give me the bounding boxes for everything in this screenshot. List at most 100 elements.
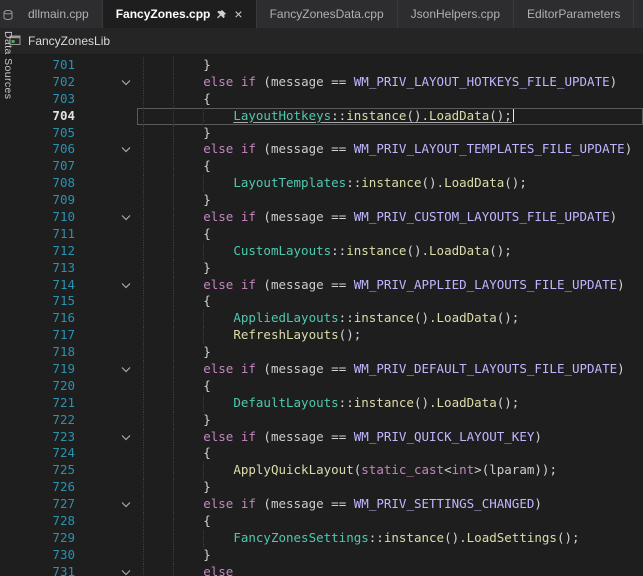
glyph-margin[interactable]: [77, 277, 115, 294]
fold-chevron-icon[interactable]: [115, 209, 137, 226]
glyph-margin[interactable]: [77, 496, 115, 513]
fold-chevron-icon[interactable]: [115, 74, 137, 91]
code-text[interactable]: FancyZonesSettings::instance().LoadSetti…: [137, 530, 643, 547]
code-text[interactable]: }: [137, 192, 643, 209]
code-text[interactable]: else if (message == WM_PRIV_SETTINGS_CHA…: [137, 496, 643, 513]
line-number[interactable]: 719: [0, 361, 77, 378]
code-text[interactable]: else if (message == WM_PRIV_QUICK_LAYOUT…: [137, 429, 643, 446]
line-number[interactable]: 720: [0, 378, 77, 395]
glyph-margin[interactable]: [77, 192, 115, 209]
tool-window-tab-data-sources[interactable]: Data Sources: [2, 31, 14, 99]
glyph-margin[interactable]: [77, 445, 115, 462]
line-number[interactable]: 715: [0, 293, 77, 310]
glyph-margin[interactable]: [77, 125, 115, 142]
glyph-margin[interactable]: [77, 547, 115, 564]
line-number[interactable]: 726: [0, 479, 77, 496]
glyph-margin[interactable]: [77, 344, 115, 361]
fold-chevron-icon[interactable]: [115, 496, 137, 513]
fold-chevron-icon[interactable]: [115, 361, 137, 378]
glyph-margin[interactable]: [77, 412, 115, 429]
line-number[interactable]: 711: [0, 226, 77, 243]
code-text[interactable]: AppliedLayouts::instance().LoadData();: [137, 310, 643, 327]
fold-chevron-icon[interactable]: [115, 141, 137, 158]
line-number[interactable]: 723: [0, 429, 77, 446]
glyph-margin[interactable]: [77, 462, 115, 479]
code-text[interactable]: else if (message == WM_PRIV_CUSTOM_LAYOU…: [137, 209, 643, 226]
tab-fancyzonesdata-cpp[interactable]: FancyZonesData.cpp: [257, 0, 398, 28]
code-text[interactable]: ApplyQuickLayout(static_cast<int>(lparam…: [137, 462, 643, 479]
code-text[interactable]: {: [137, 378, 643, 395]
glyph-margin[interactable]: [77, 564, 115, 576]
line-number[interactable]: 707: [0, 158, 77, 175]
code-text[interactable]: }: [137, 125, 643, 142]
code-text[interactable]: }: [137, 344, 643, 361]
line-number[interactable]: 714: [0, 277, 77, 294]
line-number[interactable]: 728: [0, 513, 77, 530]
code-text[interactable]: CustomLayouts::instance().LoadData();: [137, 243, 643, 260]
close-icon[interactable]: ×: [234, 7, 242, 21]
tab-jsonhelpers-cpp[interactable]: JsonHelpers.cpp: [398, 0, 514, 28]
line-number[interactable]: 730: [0, 547, 77, 564]
glyph-margin[interactable]: [77, 310, 115, 327]
glyph-margin[interactable]: [77, 74, 115, 91]
line-number[interactable]: 709: [0, 192, 77, 209]
glyph-margin[interactable]: [77, 91, 115, 108]
glyph-margin[interactable]: [77, 395, 115, 412]
glyph-margin[interactable]: [77, 57, 115, 74]
code-text[interactable]: }: [137, 547, 643, 564]
line-number[interactable]: 718: [0, 344, 77, 361]
code-text[interactable]: }: [137, 479, 643, 496]
code-text[interactable]: {: [137, 158, 643, 175]
pin-icon[interactable]: [216, 9, 227, 20]
fold-chevron-icon[interactable]: [115, 429, 137, 446]
glyph-margin[interactable]: [77, 108, 115, 125]
fold-chevron-icon[interactable]: [115, 277, 137, 294]
code-text[interactable]: LayoutHotkeys::instance().LoadData();: [137, 108, 643, 125]
code-text[interactable]: DefaultLayouts::instance().LoadData();: [137, 395, 643, 412]
code-text[interactable]: }: [137, 260, 643, 277]
line-number[interactable]: 712: [0, 243, 77, 260]
line-number[interactable]: 725: [0, 462, 77, 479]
glyph-margin[interactable]: [77, 429, 115, 446]
code-text[interactable]: else if (message == WM_PRIV_DEFAULT_LAYO…: [137, 361, 643, 378]
line-number[interactable]: 710: [0, 209, 77, 226]
line-number[interactable]: 722: [0, 412, 77, 429]
code-text[interactable]: }: [137, 57, 643, 74]
line-number[interactable]: 716: [0, 310, 77, 327]
glyph-margin[interactable]: [77, 243, 115, 260]
code-text[interactable]: }: [137, 412, 643, 429]
line-number[interactable]: 713: [0, 260, 77, 277]
glyph-margin[interactable]: [77, 361, 115, 378]
glyph-margin[interactable]: [77, 327, 115, 344]
line-number[interactable]: 704: [0, 108, 77, 125]
line-number[interactable]: 717: [0, 327, 77, 344]
line-number[interactable]: 729: [0, 530, 77, 547]
code-text[interactable]: else if (message == WM_PRIV_LAYOUT_TEMPL…: [137, 141, 643, 158]
glyph-margin[interactable]: [77, 513, 115, 530]
code-text[interactable]: {: [137, 513, 643, 530]
glyph-margin[interactable]: [77, 141, 115, 158]
glyph-margin[interactable]: [77, 479, 115, 496]
tab-dllmain-cpp[interactable]: dllmain.cpp: [15, 0, 103, 28]
line-number[interactable]: 705: [0, 125, 77, 142]
glyph-margin[interactable]: [77, 175, 115, 192]
line-number[interactable]: 731: [0, 564, 77, 576]
tab-fancyzones-cpp[interactable]: FancyZones.cpp×: [103, 0, 257, 28]
tab-editorparameters[interactable]: EditorParameters: [514, 0, 634, 28]
code-text[interactable]: {: [137, 293, 643, 310]
glyph-margin[interactable]: [77, 293, 115, 310]
code-text[interactable]: else if (message == WM_PRIV_APPLIED_LAYO…: [137, 277, 643, 294]
code-text[interactable]: {: [137, 445, 643, 462]
code-text[interactable]: else if (message == WM_PRIV_LAYOUT_HOTKE…: [137, 74, 643, 91]
code-text[interactable]: {: [137, 91, 643, 108]
code-text[interactable]: RefreshLayouts();: [137, 327, 643, 344]
code-text[interactable]: LayoutTemplates::instance().LoadData();: [137, 175, 643, 192]
code-text[interactable]: {: [137, 226, 643, 243]
glyph-margin[interactable]: [77, 378, 115, 395]
glyph-margin[interactable]: [77, 530, 115, 547]
line-number[interactable]: 708: [0, 175, 77, 192]
line-number[interactable]: 721: [0, 395, 77, 412]
line-number[interactable]: 706: [0, 141, 77, 158]
code-text[interactable]: else: [137, 564, 643, 576]
glyph-margin[interactable]: [77, 158, 115, 175]
